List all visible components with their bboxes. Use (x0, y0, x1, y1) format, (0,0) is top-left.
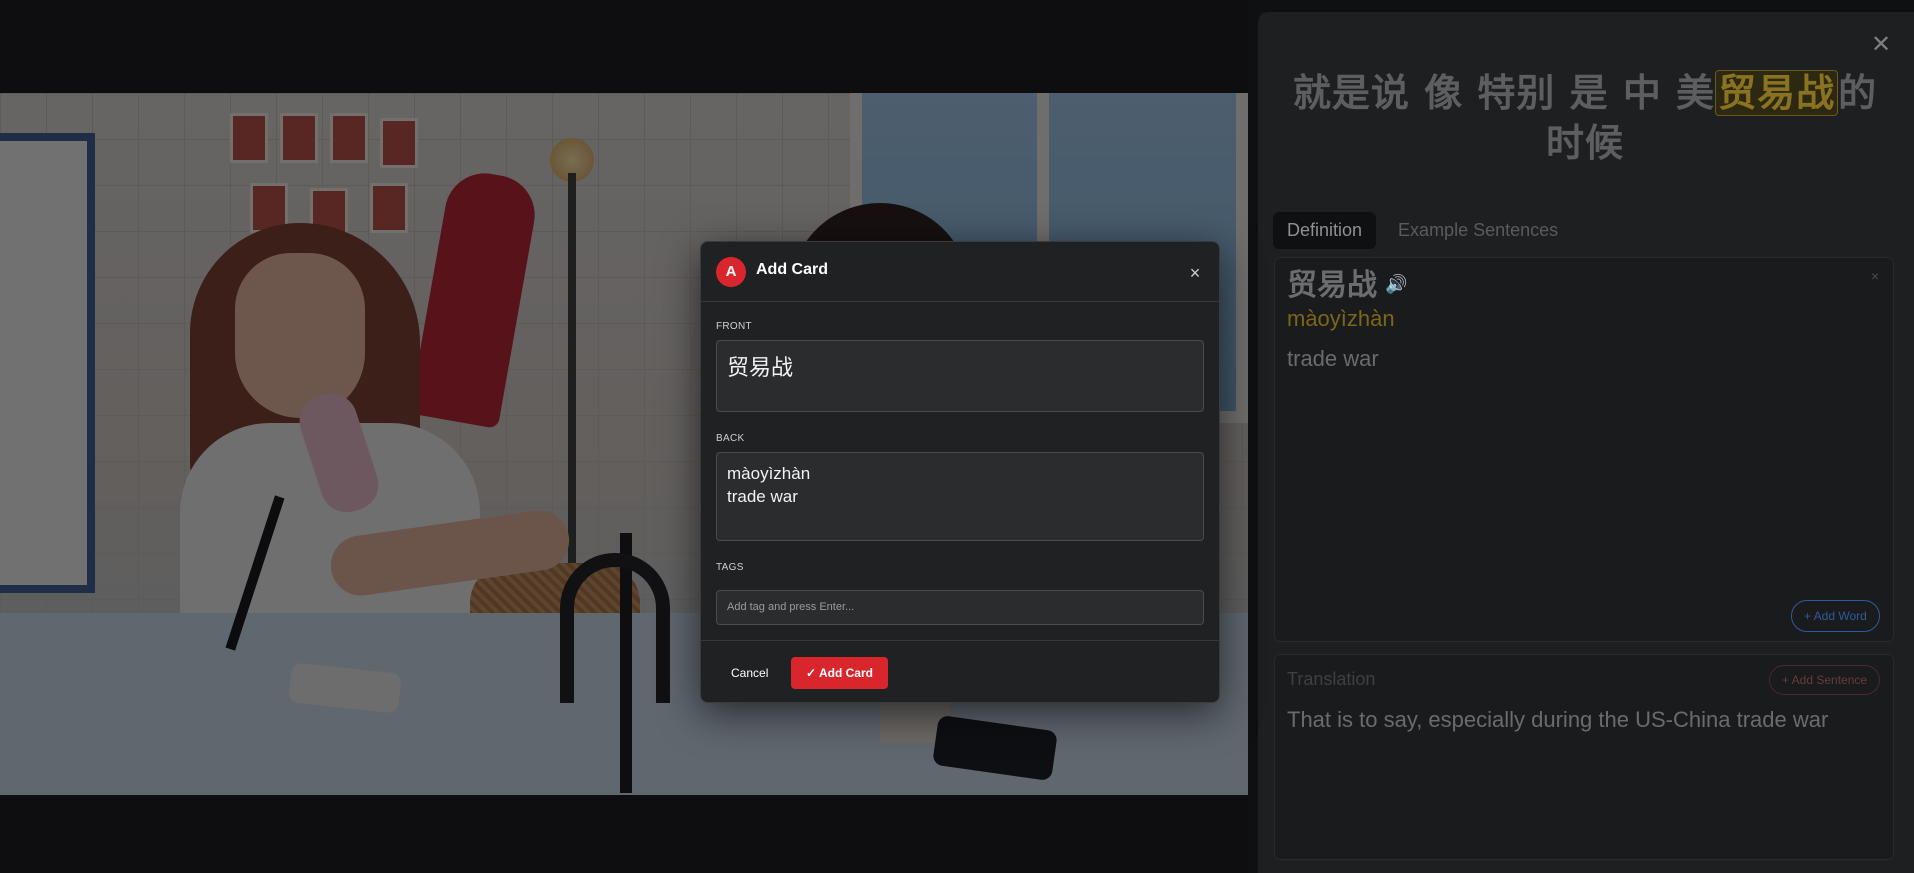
definition-pinyin: màoyìzhàn (1287, 306, 1395, 331)
translation-card: Translation + Add Sentence That is to sa… (1274, 654, 1894, 860)
dialog-close-icon[interactable]: × (1185, 263, 1205, 283)
subtitle-sentence: 就是说 像 特别 是 中 美贸易战的 时候 (1290, 68, 1880, 168)
dialog-header: A Add Card × (701, 242, 1219, 302)
translation-label: Translation (1287, 669, 1376, 689)
tags-input[interactable]: Add tag and press Enter... (716, 590, 1204, 625)
add-card-dialog: A Add Card × FRONT 贸易战 BACK màoyìzhàn tr… (700, 241, 1220, 703)
add-word-button[interactable]: + Add Word (1791, 600, 1880, 632)
cancel-button[interactable]: Cancel (716, 657, 783, 689)
anki-logo-icon: A (716, 257, 746, 287)
highlighted-word[interactable]: 贸易战 (1715, 70, 1839, 116)
dialog-title: Add Card (756, 261, 828, 278)
definition-word: 贸易战 (1287, 268, 1377, 303)
definition-card: 贸易战 🔊 × màoyìzhàn trade war + Add Word (1274, 257, 1894, 642)
panel-close-icon[interactable]: ✕ (1866, 30, 1896, 60)
front-field[interactable]: 贸易战 (716, 340, 1204, 412)
dialog-footer: Cancel ✓ Add Card (701, 640, 1219, 704)
sentence-text-before[interactable]: 就是说 像 特别 是 中 美 (1293, 71, 1715, 115)
tab-example-sentences[interactable]: Example Sentences (1384, 212, 1572, 249)
back-field[interactable]: màoyìzhàn trade war (716, 452, 1204, 541)
front-label: FRONT (716, 321, 752, 332)
definition-meaning: trade war (1287, 346, 1379, 371)
translation-text: That is to say, especially during the US… (1287, 707, 1829, 732)
back-label: BACK (716, 433, 745, 444)
add-card-button[interactable]: ✓ Add Card (791, 657, 888, 689)
speaker-icon[interactable]: 🔊 (1385, 274, 1407, 295)
definition-close-icon[interactable]: × (1871, 268, 1879, 284)
panel-tabs: Definition Example Sentences (1273, 212, 1572, 249)
tags-label: TAGS (716, 562, 744, 573)
add-sentence-button[interactable]: + Add Sentence (1769, 665, 1881, 695)
tab-definition[interactable]: Definition (1273, 212, 1377, 249)
